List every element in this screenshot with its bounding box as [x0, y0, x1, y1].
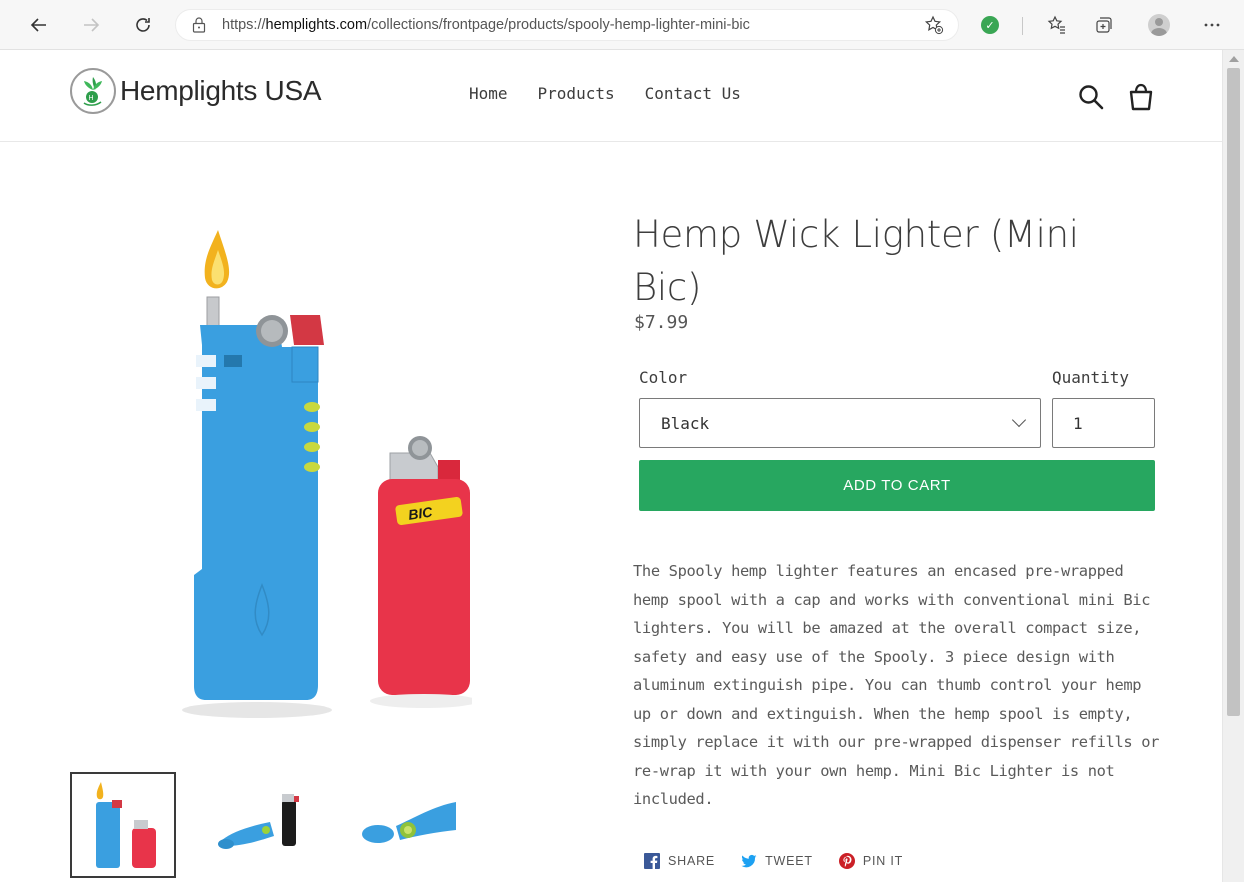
back-icon[interactable] [26, 12, 52, 38]
site-header: H Hemplights USA Home Products Contact U… [0, 50, 1222, 142]
url-text: https://hemplights.com/collections/front… [222, 17, 750, 33]
nav-contact-us[interactable]: Contact Us [645, 84, 741, 103]
pin-it-label: PIN IT [862, 854, 904, 868]
quantity-label: Quantity [1052, 368, 1130, 387]
scroll-up-icon[interactable] [1229, 56, 1239, 62]
social-share-bar: SHARE TWEET PIN IT [644, 853, 929, 869]
hemp-leaf-icon: H [70, 68, 116, 114]
browser-toolbar: https://hemplights.com/collections/front… [0, 0, 1244, 50]
profile-icon[interactable] [1146, 12, 1172, 38]
quantity-input[interactable]: 1 [1052, 398, 1155, 448]
chevron-down-icon [1011, 412, 1027, 428]
thumbnail-3[interactable] [356, 772, 462, 878]
color-select-value: Black [661, 414, 710, 433]
shield-extension-icon[interactable]: ✓ [977, 12, 1003, 38]
share-label: SHARE [668, 854, 716, 868]
product-price: $7.99 [634, 312, 689, 333]
tweet-label: TWEET [765, 854, 813, 868]
share-twitter-button[interactable]: TWEET [741, 853, 813, 869]
scrollbar-thumb[interactable] [1227, 68, 1240, 716]
search-icon[interactable] [1076, 82, 1106, 112]
color-label: Color [639, 368, 688, 387]
share-facebook-button[interactable]: SHARE [644, 853, 715, 869]
brand-logo[interactable]: H Hemplights USA [70, 68, 322, 114]
add-favorite-icon[interactable] [924, 15, 944, 40]
product-main-image[interactable]: BIC [172, 205, 472, 735]
forward-icon[interactable] [78, 12, 104, 38]
facebook-icon [644, 853, 660, 869]
nav-products[interactable]: Products [538, 84, 615, 103]
collections-icon[interactable] [1091, 12, 1117, 38]
cart-icon[interactable] [1126, 82, 1156, 112]
more-icon[interactable] [1199, 12, 1225, 38]
pinterest-icon [838, 853, 855, 869]
add-to-cart-button[interactable]: ADD TO CART [639, 460, 1155, 511]
twitter-icon [741, 854, 757, 868]
color-select[interactable]: Black [639, 398, 1041, 448]
address-bar[interactable]: https://hemplights.com/collections/front… [175, 9, 959, 41]
toolbar-divider [1022, 17, 1023, 35]
lock-icon[interactable] [192, 17, 206, 33]
brand-name: Hemplights USA [120, 75, 322, 106]
nav-home[interactable]: Home [469, 84, 508, 103]
share-pinterest-button[interactable]: PIN IT [838, 853, 904, 869]
thumbnail-1[interactable] [70, 772, 176, 878]
favorites-icon[interactable] [1044, 12, 1070, 38]
quantity-value: 1 [1073, 414, 1083, 433]
thumbnail-2[interactable] [212, 772, 318, 878]
product-description: The Spooly hemp lighter features an enca… [633, 562, 1160, 808]
main-nav: Home Products Contact Us [469, 84, 741, 103]
product-title: Hemp Wick Lighter (Mini Bic) [633, 213, 1079, 309]
svg-text:H: H [89, 95, 94, 102]
refresh-icon[interactable] [130, 12, 156, 38]
page-scrollbar[interactable] [1222, 50, 1244, 882]
